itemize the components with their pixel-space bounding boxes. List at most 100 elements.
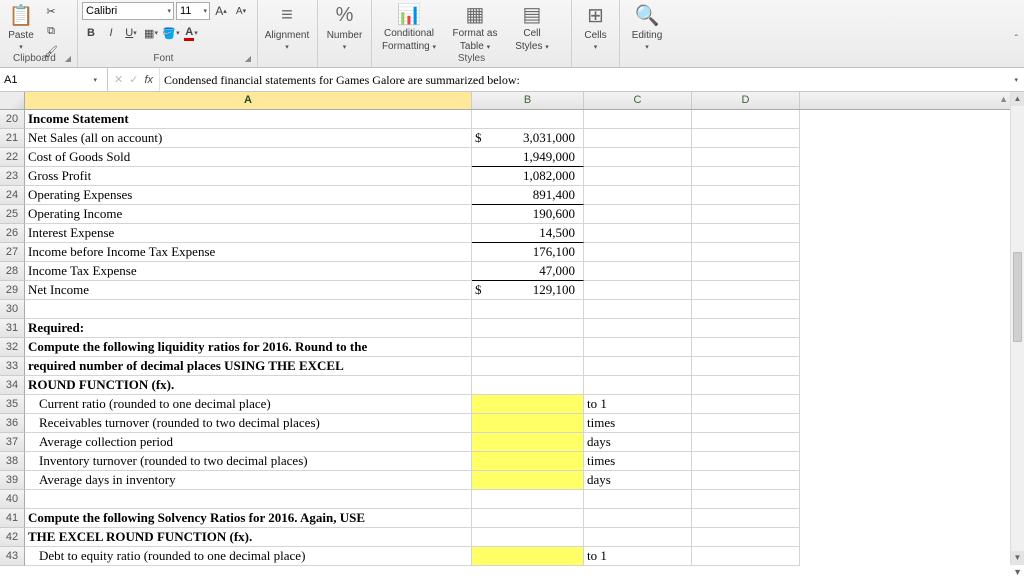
cell[interactable]: Operating Expenses	[25, 186, 472, 205]
cell[interactable]	[692, 110, 800, 129]
cell[interactable]	[584, 262, 692, 281]
cell[interactable]: Cost of Goods Sold	[25, 148, 472, 167]
cell[interactable]	[472, 528, 584, 547]
fill-color-button[interactable]: 🪣▾	[162, 24, 180, 42]
cell[interactable]: Compute the following Solvency Ratios fo…	[25, 509, 472, 528]
cell-styles-button[interactable]: ▤CellStyles ▾	[508, 2, 556, 52]
cell[interactable]: Compute the following liquidity ratios f…	[25, 338, 472, 357]
cell[interactable]	[584, 281, 692, 300]
cell[interactable]: Gross Profit	[25, 167, 472, 186]
cell[interactable]	[692, 167, 800, 186]
editing-button[interactable]: 🔍Editing▾	[624, 2, 670, 52]
borders-button[interactable]: ▦▾	[142, 24, 160, 42]
cell[interactable]	[692, 129, 800, 148]
row-header[interactable]: 22	[0, 148, 25, 167]
cell[interactable]: 47,000	[472, 262, 584, 281]
cell[interactable]: $129,100	[472, 281, 584, 300]
enter-button[interactable]: ✓	[129, 73, 138, 86]
cell[interactable]	[472, 319, 584, 338]
insert-function-button[interactable]: fx	[144, 74, 153, 86]
cancel-button[interactable]: ✕	[114, 73, 123, 86]
cell[interactable]: 1,949,000	[472, 148, 584, 167]
cell[interactable]	[584, 376, 692, 395]
cell[interactable]	[472, 509, 584, 528]
row-header[interactable]: 23	[0, 167, 25, 186]
conditional-formatting-button[interactable]: 📊ConditionalFormatting ▾	[376, 2, 442, 52]
cell[interactable]	[692, 414, 800, 433]
cell[interactable]: Operating Income	[25, 205, 472, 224]
number-button[interactable]: %Number▾	[322, 2, 367, 52]
row-header[interactable]: 20	[0, 110, 25, 129]
row-header[interactable]: 24	[0, 186, 25, 205]
cells-button[interactable]: ⊞Cells▾	[576, 2, 615, 52]
cell[interactable]	[25, 490, 472, 509]
alignment-button[interactable]: ≡Alignment▾	[262, 2, 312, 52]
col-header-a[interactable]: A	[25, 92, 472, 109]
cell[interactable]: Interest Expense	[25, 224, 472, 243]
col-header-c[interactable]: C	[584, 92, 692, 109]
increase-font-button[interactable]: A▴	[212, 2, 230, 20]
row-header[interactable]: 33	[0, 357, 25, 376]
cell[interactable]: Average days in inventory	[25, 471, 472, 490]
font-name-combo[interactable]: Calibri▾	[82, 2, 174, 20]
cell[interactable]: Required:	[25, 319, 472, 338]
cell[interactable]	[584, 186, 692, 205]
cell[interactable]	[692, 376, 800, 395]
cell[interactable]	[472, 471, 584, 490]
row-header[interactable]: 41	[0, 509, 25, 528]
row-header[interactable]: 29	[0, 281, 25, 300]
scroll-up-button[interactable]: ▲	[1011, 92, 1024, 106]
underline-button[interactable]: U▾	[122, 24, 140, 42]
row-header[interactable]: 43	[0, 547, 25, 566]
cell[interactable]: ROUND FUNCTION (fx).	[25, 376, 472, 395]
cell[interactable]	[584, 300, 692, 319]
cell[interactable]	[584, 509, 692, 528]
cell[interactable]: $3,031,000	[472, 129, 584, 148]
cell[interactable]	[692, 148, 800, 167]
cell[interactable]: 891,400	[472, 186, 584, 205]
cell[interactable]: Current ratio (rounded to one decimal pl…	[25, 395, 472, 414]
cell[interactable]: 1,082,000	[472, 167, 584, 186]
expand-formula-bar-button[interactable]: ▾	[1008, 76, 1024, 84]
cell[interactable]	[472, 452, 584, 471]
cell[interactable]	[692, 319, 800, 338]
cell[interactable]: THE EXCEL ROUND FUNCTION (fx).	[25, 528, 472, 547]
cell[interactable]	[584, 148, 692, 167]
cut-button[interactable]: ✂	[42, 2, 60, 20]
cell[interactable]: 190,600	[472, 205, 584, 224]
cell[interactable]	[472, 395, 584, 414]
cell[interactable]: Net Sales (all on account)	[25, 129, 472, 148]
cell[interactable]	[584, 319, 692, 338]
cell[interactable]	[692, 547, 800, 566]
row-header[interactable]: 31	[0, 319, 25, 338]
cell[interactable]: Income Tax Expense	[25, 262, 472, 281]
cell[interactable]: days	[584, 471, 692, 490]
collapse-ribbon-button[interactable]: ˆ	[1015, 34, 1018, 45]
row-header[interactable]: 27	[0, 243, 25, 262]
decrease-font-button[interactable]: A▾	[232, 2, 250, 20]
cell[interactable]	[472, 338, 584, 357]
scroll-down-button[interactable]: ▼	[1011, 551, 1024, 565]
cell[interactable]: 176,100	[472, 243, 584, 262]
row-header[interactable]: 35	[0, 395, 25, 414]
cell[interactable]	[692, 262, 800, 281]
cell[interactable]	[584, 243, 692, 262]
cell[interactable]: days	[584, 433, 692, 452]
select-all-button[interactable]	[0, 92, 25, 109]
dialog-launcher-icon[interactable]: ◢	[245, 53, 251, 65]
font-size-combo[interactable]: 11▾	[176, 2, 210, 20]
cell[interactable]: required number of decimal places USING …	[25, 357, 472, 376]
font-color-button[interactable]: A▾	[182, 24, 200, 42]
cell[interactable]: times	[584, 452, 692, 471]
cell[interactable]: 14,500	[472, 224, 584, 243]
scroll-up-icon[interactable]: ▲	[999, 94, 1008, 104]
cell[interactable]	[692, 300, 800, 319]
cell[interactable]: to 1	[584, 395, 692, 414]
cell[interactable]	[692, 281, 800, 300]
row-header[interactable]: 40	[0, 490, 25, 509]
cell[interactable]	[472, 376, 584, 395]
name-box[interactable]: ▾	[0, 68, 108, 91]
cell[interactable]	[584, 224, 692, 243]
cell[interactable]	[584, 490, 692, 509]
cell[interactable]	[472, 433, 584, 452]
